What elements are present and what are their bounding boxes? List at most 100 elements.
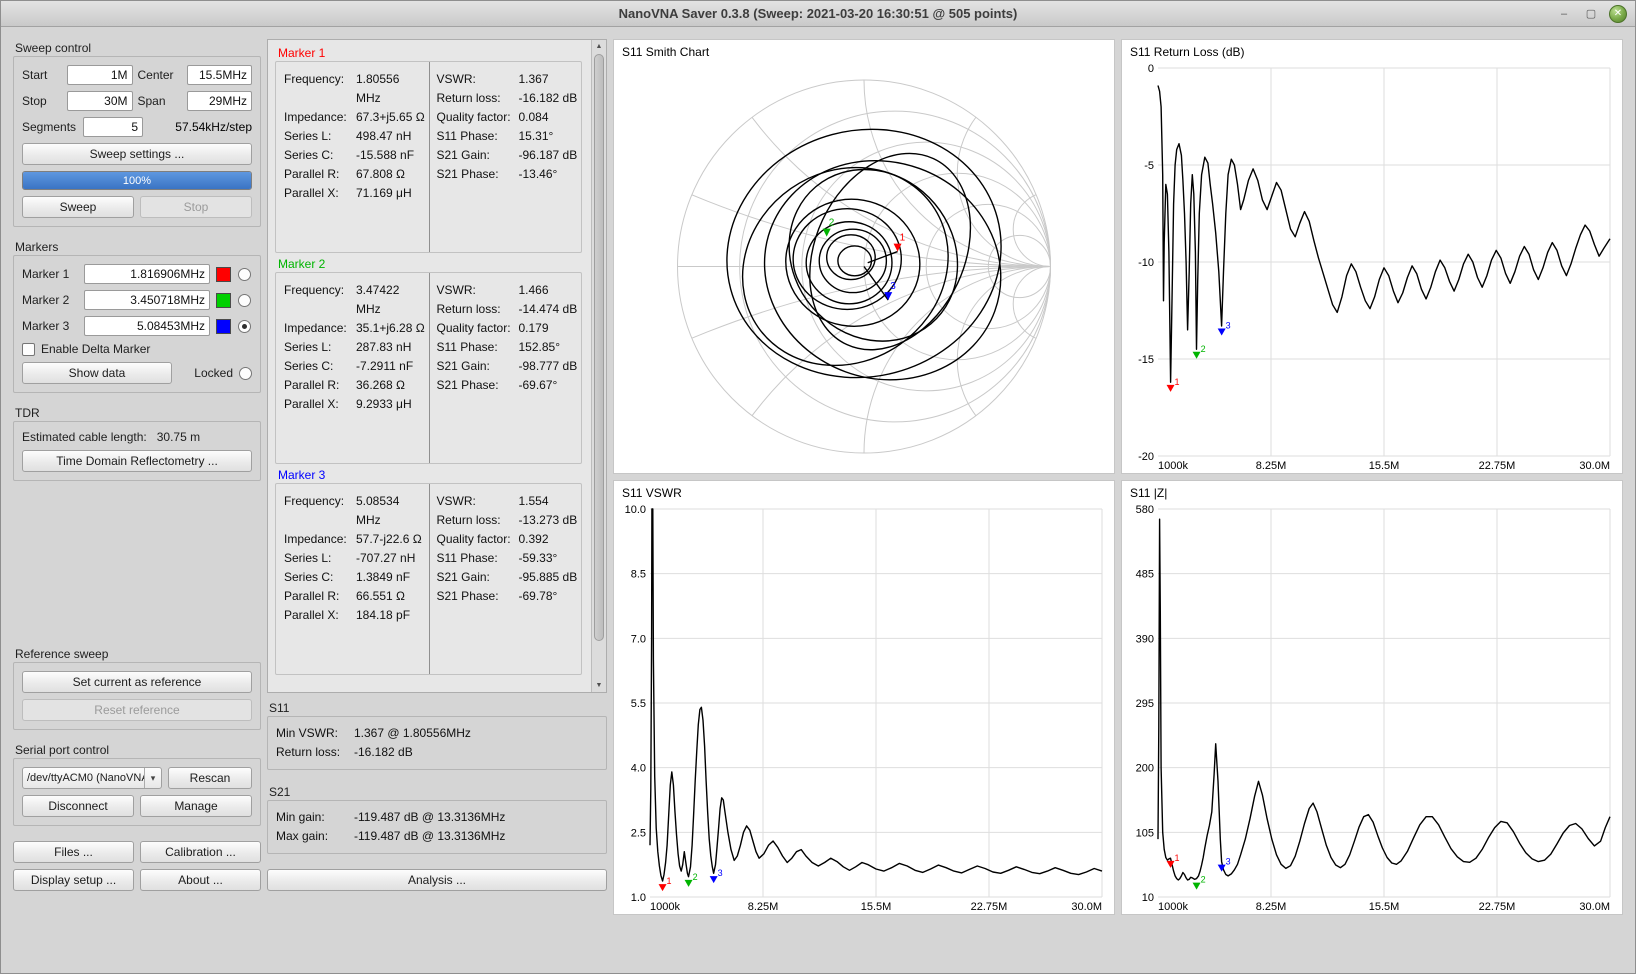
marker-2-select-radio[interactable] [238,294,251,307]
field-value: 36.268 Ω [356,376,405,395]
minimize-button[interactable]: – [1555,5,1573,23]
center-input[interactable] [187,65,253,85]
return-loss-value: -16.182 dB [354,743,413,762]
app-window: NanoVNA Saver 0.3.8 (Sweep: 2021-03-20 1… [0,0,1636,974]
marker-3-select-radio[interactable] [238,320,251,333]
stop-input[interactable] [67,91,133,111]
disconnect-button[interactable]: Disconnect [22,795,134,817]
svg-text:3: 3 [718,868,723,878]
field-value: 67.808 Ω [356,165,405,184]
marker-1-frequency-input[interactable] [84,264,210,284]
svg-text:-15: -15 [1138,354,1154,366]
min-vswr-label: Min VSWR: [276,724,354,743]
field-label: S11 Phase: [437,127,519,146]
svg-text:0: 0 [1148,63,1154,75]
about-button[interactable]: About ... [140,869,261,891]
field-label: Parallel X: [284,606,356,625]
field-value: 1.466 [519,281,549,300]
field-label: S21 Phase: [437,376,519,395]
serial-port-group: Serial port control /dev/ttyACM0 (NanoVN… [13,758,261,826]
return-loss-chart-canvas[interactable]: 0-5-10-15-201000k8.25M15.5M22.75M30.0M12… [1122,60,1622,473]
field-label: Parallel X: [284,184,356,203]
enable-delta-marker-checkbox[interactable] [22,343,35,356]
svg-text:30.0M: 30.0M [1071,901,1102,913]
marker-info-title: Marker 1 [278,46,325,60]
field-value: 184.18 pF [356,606,410,625]
marker-info-left-column: Frequency:3.47422 MHzImpedance:35.1+j6.2… [276,273,429,463]
marker-2-color-button[interactable] [216,293,231,308]
s11-vswr-chart-panel: S11 VSWR 10.08.57.05.54.02.51.01000k8.25… [613,480,1115,915]
svg-text:8.25M: 8.25M [748,901,779,913]
segments-label: Segments [22,120,78,134]
marker-3-color-button[interactable] [216,319,231,334]
analysis-button[interactable]: Analysis ... [267,869,607,891]
z-chart-canvas[interactable]: 580485390295200105101000k8.25M15.5M22.75… [1122,501,1622,914]
rescan-button[interactable]: Rescan [168,767,252,789]
field-label: Frequency: [284,281,356,319]
scrollbar-up-arrow[interactable]: ▲ [592,40,606,53]
svg-text:-5: -5 [1144,160,1154,172]
files-button[interactable]: Files ... [13,841,134,863]
marker-1-color-button[interactable] [216,267,231,282]
field-label: VSWR: [437,281,519,300]
marker-1-select-radio[interactable] [238,268,251,281]
field-label: S11 Phase: [437,549,519,568]
sweep-button[interactable]: Sweep [22,196,134,218]
chevron-down-icon: ▾ [144,768,161,788]
field-value: 0.084 [519,108,549,127]
field-label: Series L: [284,338,356,357]
svg-text:15.5M: 15.5M [861,901,892,913]
sweep-settings-button[interactable]: Sweep settings ... [22,143,252,165]
scrollbar[interactable]: ▲ ▼ [591,40,606,692]
marker-info-right-column: VSWR:1.466Return loss:-14.474 dBQuality … [429,273,582,463]
minimize-icon: – [1561,8,1567,20]
scrollbar-thumb[interactable] [594,54,604,641]
locked-radio[interactable] [239,367,252,380]
field-label: Impedance: [284,108,356,127]
show-data-button[interactable]: Show data [22,362,172,384]
field-label: Series L: [284,549,356,568]
scrollbar-down-arrow[interactable]: ▼ [592,679,606,692]
svg-text:1: 1 [667,876,672,886]
set-reference-button[interactable]: Set current as reference [22,671,252,693]
svg-text:5.5: 5.5 [631,698,646,710]
manage-button[interactable]: Manage [140,795,252,817]
segments-input[interactable] [83,117,143,137]
field-value: -7.2911 nF [356,357,413,376]
tdr-button[interactable]: Time Domain Reflectometry ... [22,450,252,472]
s21-summary-title: S21 [269,785,290,799]
field-label: Return loss: [437,89,519,108]
scrollbar-track[interactable] [592,53,606,679]
progress-text: 100% [23,172,251,189]
field-label: Quality factor: [437,108,519,127]
min-vswr-value: 1.367 @ 1.80556MHz [354,724,471,743]
svg-text:3: 3 [1226,857,1231,867]
marker-1-info-group: Marker 1Frequency:1.80556 MHzImpedance:6… [275,61,582,253]
marker-1-label: Marker 1 [22,267,78,281]
field-label: Quality factor: [437,530,519,549]
field-label: S11 Phase: [437,338,519,357]
span-input[interactable] [187,91,253,111]
marker-2-frequency-input[interactable] [84,290,210,310]
markers-group: Markers Marker 1 Marker 2 [13,255,261,393]
tdr-group: TDR Estimated cable length: 30.75 m Time… [13,421,261,481]
calibration-button[interactable]: Calibration ... [140,841,261,863]
maximize-button[interactable]: ▢ [1582,5,1600,23]
stop-button: Stop [140,196,252,218]
serial-port-select[interactable]: /dev/ttyACM0 (NanoVNA) ▾ [22,767,162,789]
marker-3-info-group: Marker 3Frequency:5.08534 MHzImpedance:5… [275,483,582,675]
marker-info-title: Marker 3 [278,468,325,482]
window-title: NanoVNA Saver 0.3.8 (Sweep: 2021-03-20 1… [1,6,1635,21]
smith-chart-canvas[interactable]: 123 [614,60,1114,473]
start-label: Start [22,68,62,82]
svg-text:2: 2 [1201,875,1206,885]
marker-data-scroll-area: Marker 1Frequency:1.80556 MHzImpedance:6… [267,39,607,693]
start-input[interactable] [67,65,133,85]
svg-text:2: 2 [829,218,835,229]
vswr-chart-canvas[interactable]: 10.08.57.05.54.02.51.01000k8.25M15.5M22.… [614,501,1114,914]
display-setup-button[interactable]: Display setup ... [13,869,134,891]
max-gain-value: -119.487 dB @ 13.3136MHz [354,827,505,846]
field-label: Quality factor: [437,319,519,338]
marker-3-frequency-input[interactable] [84,316,210,336]
close-button[interactable]: ✕ [1609,5,1627,23]
